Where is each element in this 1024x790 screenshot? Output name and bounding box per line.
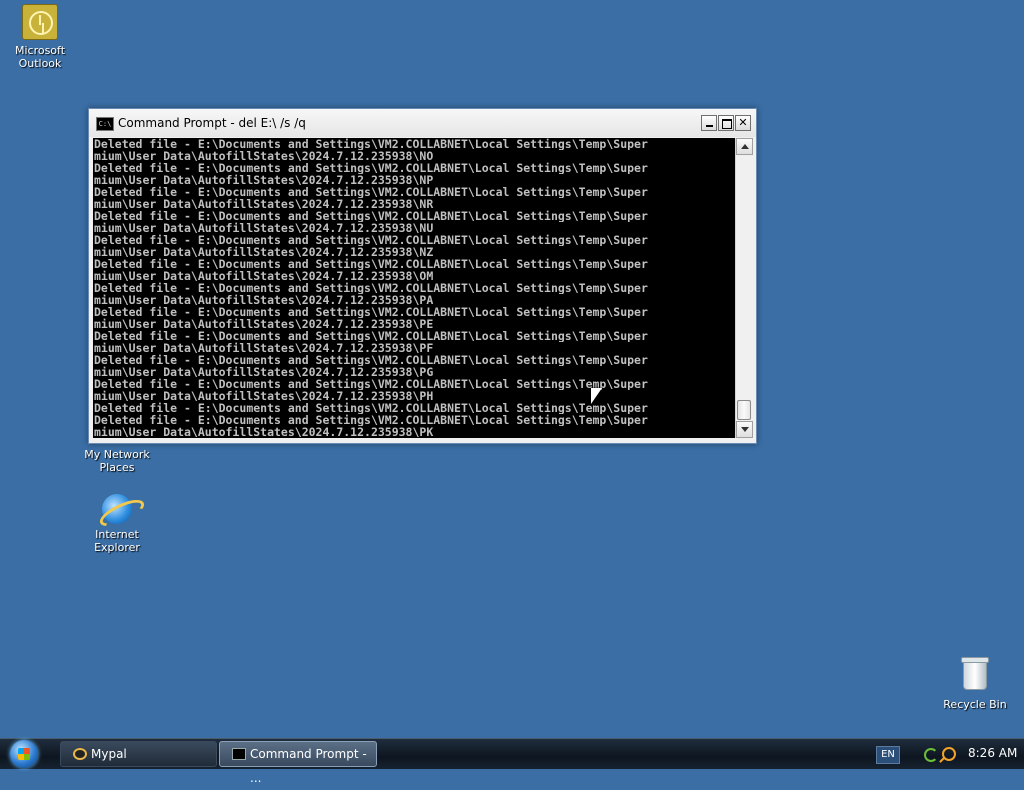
scroll-down-button[interactable] (736, 421, 753, 438)
console-line: mium\User Data\AutofillStates\2024.7.12.… (94, 366, 434, 378)
window-title: Command Prompt - del E:\ /s /q (118, 116, 306, 130)
maximize-button[interactable] (718, 115, 734, 131)
console-line: Deleted file - E:\Documents and Settings… (94, 306, 648, 318)
cmd-icon: C:\ (96, 117, 114, 131)
console-line: mium\User Data\AutofillStates\2024.7.12.… (94, 198, 434, 210)
console-line: mium\User Data\AutofillStates\2024.7.12.… (94, 270, 434, 282)
mypal-icon (73, 748, 87, 760)
mouse-cursor-icon (591, 388, 602, 404)
console-line: Deleted file - E:\Documents and Settings… (94, 378, 648, 390)
console-line: Deleted file - E:\Documents and Settings… (94, 330, 648, 342)
start-button[interactable] (10, 740, 38, 768)
command-prompt-window[interactable]: C:\ Command Prompt - del E:\ /s /q Delet… (88, 108, 757, 444)
console-line: mium\User Data\AutofillStates\2024.7.12.… (94, 150, 434, 162)
clock[interactable]: 8:26 AM (968, 746, 1017, 760)
desktop-icon-network-places[interactable]: My Network Places (77, 448, 157, 474)
taskbar-item-mypal[interactable]: Mypal (60, 741, 217, 767)
console-line: mium\User Data\AutofillStates\2024.7.12.… (94, 246, 434, 258)
console-line: mium\User Data\AutofillStates\2024.7.12.… (94, 174, 434, 186)
network-tray-icon[interactable] (922, 748, 938, 762)
console-line: Deleted file - E:\Documents and Settings… (94, 162, 648, 174)
window-titlebar[interactable]: C:\ Command Prompt - del E:\ /s /q (89, 109, 756, 137)
console-line: Deleted file - E:\Documents and Settings… (94, 138, 648, 150)
console-text: Deleted file - E:\Documents and Settings… (93, 138, 735, 438)
language-indicator[interactable]: EN (876, 746, 900, 764)
scrollbar-thumb[interactable] (737, 400, 751, 420)
desktop-icon-outlook[interactable]: Microsoft Outlook (0, 4, 80, 70)
console-line: mium\User Data\AutofillStates\2024.7.12.… (94, 318, 434, 330)
console-line: mium\User Data\AutofillStates\2024.7.12.… (94, 222, 434, 234)
console-line: Deleted file - E:\Documents and Settings… (94, 210, 648, 222)
console-line: mium\User Data\AutofillStates\2024.7.12.… (94, 390, 434, 402)
console-line: mium\User Data\AutofillStates\2024.7.12.… (94, 294, 434, 306)
console-line: Deleted file - E:\Documents and Settings… (94, 258, 648, 270)
vertical-scrollbar[interactable] (735, 138, 753, 438)
cmd-icon (232, 748, 246, 760)
taskbar-item-command-prompt[interactable]: Command Prompt - ... (219, 741, 377, 785)
desktop-icon-internet-explorer[interactable]: Internet Explorer (77, 494, 157, 554)
taskbar-item-label: Mypal (91, 747, 127, 761)
desktop-icon-label: Internet Explorer (94, 528, 140, 554)
search-tray-icon[interactable] (942, 747, 956, 761)
minimize-button[interactable] (701, 115, 717, 131)
console-line: mium\User Data\AutofillStates\2024.7.12.… (94, 342, 434, 354)
recycle-bin-icon (961, 657, 989, 690)
scroll-up-button[interactable] (736, 138, 753, 155)
console-line: Deleted file - E:\Documents and Settings… (94, 186, 648, 198)
desktop-icon-label: Microsoft Outlook (14, 44, 66, 70)
console-line: mium\User Data\AutofillStates\2024.7.12.… (94, 426, 434, 438)
console-line: Deleted file - E:\Documents and Settings… (94, 402, 648, 414)
console-line: Deleted file - E:\Documents and Settings… (94, 234, 648, 246)
outlook-icon (22, 4, 58, 40)
desktop-icon-label: Recycle Bin (943, 698, 1007, 711)
close-button[interactable] (735, 115, 751, 131)
desktop-icon-label: My Network Places (84, 448, 150, 474)
taskbar-item-label: Command Prompt - ... (250, 747, 367, 785)
console-line: Deleted file - E:\Documents and Settings… (94, 414, 648, 426)
console-line: Deleted file - E:\Documents and Settings… (94, 282, 648, 294)
internet-explorer-icon (102, 494, 132, 524)
desktop-icon-recycle-bin[interactable]: Recycle Bin (935, 657, 1015, 711)
console-output[interactable]: Deleted file - E:\Documents and Settings… (93, 138, 735, 438)
taskbar: Mypal Command Prompt - ... EN 8:26 AM (0, 738, 1024, 785)
console-line: Deleted file - E:\Documents and Settings… (94, 354, 648, 366)
